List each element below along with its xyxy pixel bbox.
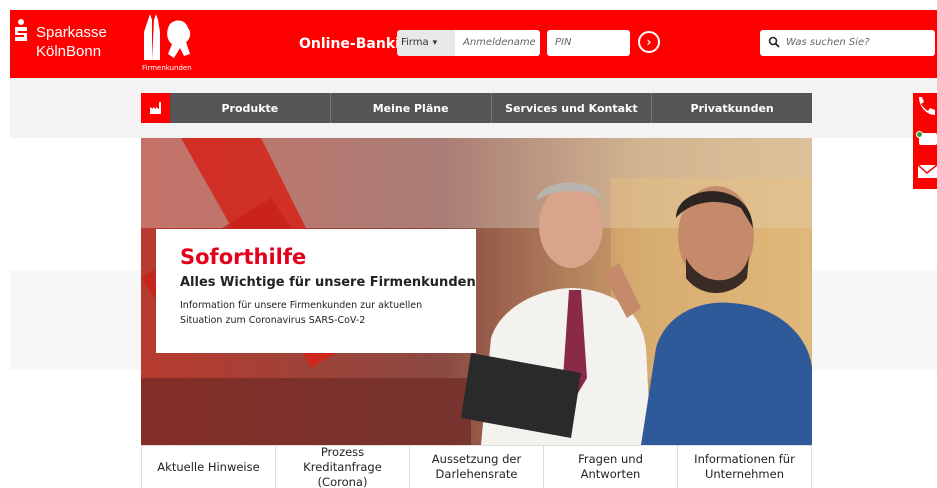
main-navigation: Produkte Meine Pläne Services und Kontak… [141, 93, 812, 123]
tab-fragen-antworten[interactable]: Fragen und Antworten [544, 446, 678, 488]
account-type-value: Firma [401, 37, 429, 48]
sparkasse-logo[interactable]: Sparkasse KölnBonn [10, 10, 120, 78]
tab-aussetzung-darlehensrate[interactable]: Aussetzung der Darlehensrate [410, 446, 544, 488]
hero-text: Information für unsere Firmenkunden zur … [180, 300, 423, 326]
tab-aktuelle-hinweise[interactable]: Aktuelle Hinweise [141, 446, 276, 488]
account-type-select[interactable]: Firma ▾ [397, 30, 455, 56]
tab-prozess-kreditanfrage[interactable]: Prozess Kreditanfrage (Corona) [276, 445, 410, 488]
brand-name-line1: Sparkasse [36, 24, 107, 41]
hero-tabs: Aktuelle Hinweise Prozess Kreditanfrage … [141, 445, 812, 488]
cathedral-lion-logo-icon [144, 14, 191, 60]
chevron-down-icon: ▾ [432, 38, 438, 48]
home-button[interactable] [141, 93, 170, 123]
phone-icon [919, 97, 935, 115]
search-icon [768, 36, 780, 48]
arrow-right-icon: › [646, 35, 652, 49]
login-submit-button[interactable]: › [638, 31, 660, 53]
brand-name-line2: KölnBonn [36, 43, 102, 60]
search-input[interactable]: Was suchen Sie? [760, 30, 935, 56]
factory-home-icon [149, 102, 161, 114]
tab-informationen-unternehmen[interactable]: Informationen für Unternehmen [678, 446, 812, 488]
firmenkunden-logo[interactable]: Firmenkunden [140, 14, 196, 76]
site-header: Sparkasse KölnBonn Firmenkunden Online-B… [10, 10, 937, 78]
hero-teaser-card[interactable]: Soforthilfe Alles Wichtige für unsere Fi… [156, 229, 476, 353]
pin-input[interactable]: PIN [547, 30, 630, 56]
search-placeholder: Was suchen Sie? [786, 37, 870, 48]
contact-sidebar [913, 93, 937, 189]
nav-item-services-kontakt[interactable]: Services und Kontakt [490, 93, 652, 123]
segment-label: Firmenkunden [142, 64, 192, 72]
nav-item-privatkunden[interactable]: Privatkunden [651, 93, 812, 123]
sparkasse-s-logo-icon [15, 19, 27, 41]
hero-subtitle: Alles Wichtige für unsere Firmenkunden [180, 275, 476, 290]
nav-item-meine-plaene[interactable]: Meine Pläne [329, 93, 491, 123]
contact-sidebar-icons [917, 97, 937, 178]
username-input[interactable]: Anmeldename [455, 30, 540, 56]
online-status-dot [916, 131, 923, 138]
hero-title: Soforthilfe [180, 245, 307, 269]
nav-item-produkte[interactable]: Produkte [170, 93, 330, 123]
